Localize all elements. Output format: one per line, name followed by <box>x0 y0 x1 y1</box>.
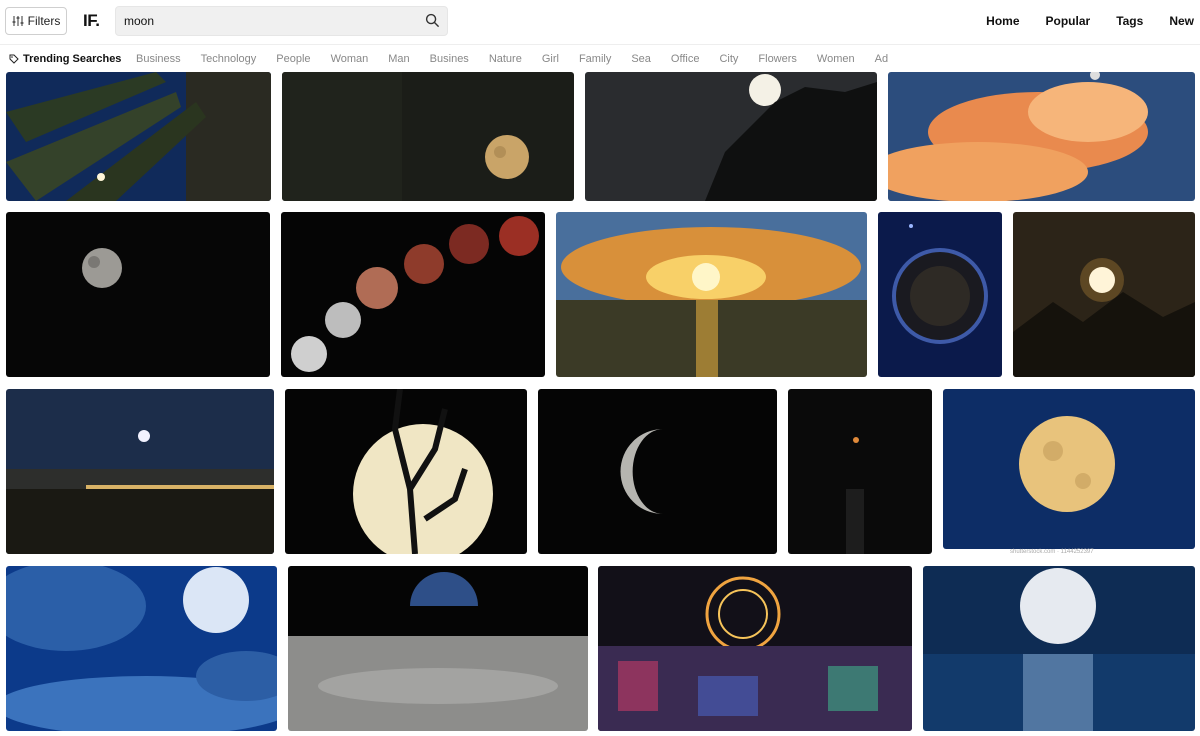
tag-business[interactable]: Business <box>136 53 181 65</box>
search-icon[interactable] <box>425 13 440 28</box>
tag-technology[interactable]: Technology <box>201 53 257 65</box>
tag-icon <box>9 54 19 64</box>
sliders-icon <box>12 16 24 26</box>
image-palm-night-moon[interactable] <box>6 72 271 201</box>
image-half-moon-black[interactable] <box>6 212 270 377</box>
top-bar: Filters IF. Home Popular Tags New <box>0 0 1200 44</box>
image-tiny-planet-night[interactable] <box>878 212 1002 377</box>
tag-woman[interactable]: Woman <box>331 53 369 65</box>
image-earth-from-moon[interactable] <box>288 566 588 731</box>
trending-tags: Business Technology People Woman Man Bus… <box>136 53 908 65</box>
tag-city[interactable]: City <box>719 53 738 65</box>
tag-nature[interactable]: Nature <box>489 53 522 65</box>
image-fire-dancer-crowd[interactable] <box>598 566 912 731</box>
image-moon-blue-clouds[interactable] <box>6 566 277 731</box>
nav-popular[interactable]: Popular <box>1046 14 1091 28</box>
image-moon-dark-forest[interactable] <box>282 72 574 201</box>
image-golden-moon-blue[interactable] <box>943 389 1195 549</box>
trending-label: Trending Searches <box>0 53 136 65</box>
search-bar <box>115 6 448 36</box>
nav-home[interactable]: Home <box>986 14 1019 28</box>
tag-man[interactable]: Man <box>388 53 409 65</box>
trending-bar: Trending Searches Business Technology Pe… <box>0 44 1200 72</box>
tag-girl[interactable]: Girl <box>542 53 559 65</box>
tag-busines[interactable]: Busines <box>430 53 469 65</box>
image-sunset-sea[interactable] <box>556 212 867 377</box>
image-lunar-eclipse-sequence[interactable] <box>281 212 545 377</box>
image-watermark: shutterstock.com · 1144252397 <box>1010 549 1094 555</box>
tag-ad[interactable]: Ad <box>875 53 888 65</box>
search-input[interactable] <box>116 7 416 35</box>
main-nav: Home Popular Tags New <box>960 14 1194 28</box>
tag-women[interactable]: Women <box>817 53 855 65</box>
nav-new[interactable]: New <box>1169 14 1194 28</box>
image-moon-through-branches[interactable] <box>285 389 527 554</box>
tag-sea[interactable]: Sea <box>631 53 651 65</box>
image-city-bay-moon[interactable] <box>6 389 274 554</box>
image-full-moon-over-sea[interactable] <box>923 566 1195 731</box>
nav-tags[interactable]: Tags <box>1116 14 1143 28</box>
tag-family[interactable]: Family <box>579 53 611 65</box>
image-dark-sea-light[interactable] <box>788 389 932 554</box>
site-logo[interactable]: IF. <box>83 11 100 31</box>
filters-label: Filters <box>27 14 61 28</box>
image-moon-tree-silhouette[interactable] <box>585 72 877 201</box>
tag-office[interactable]: Office <box>671 53 700 65</box>
image-orange-clouds[interactable] <box>888 72 1195 201</box>
tag-flowers[interactable]: Flowers <box>758 53 797 65</box>
tag-people[interactable]: People <box>276 53 310 65</box>
filters-button[interactable]: Filters <box>5 7 67 35</box>
image-full-moon-branches[interactable] <box>1013 212 1195 377</box>
image-crescent-moon[interactable] <box>538 389 777 554</box>
